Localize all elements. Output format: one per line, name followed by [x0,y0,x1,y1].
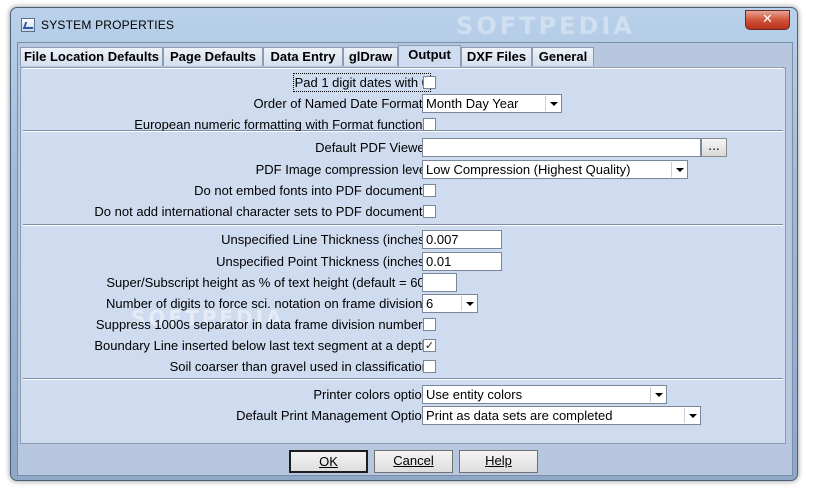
sci-notation-digits-row: Number of digits to force sci. notation … [23,294,783,314]
boundary-line-checkbox[interactable]: ✓ [423,339,436,352]
no-embed-fonts-label: Do not embed fonts into PDF documents [194,183,429,198]
ok-button[interactable]: OK [289,450,368,473]
no-intl-charsets-label: Do not add international character sets … [94,204,429,219]
point-thickness-row: Unspecified Point Thickness (inches) 0.0… [23,252,783,272]
european-format-checkbox[interactable] [423,118,436,131]
printer-colors-row: Printer colors option Use entity colors [23,385,783,405]
pdf-viewer-input[interactable] [422,138,701,157]
system-properties-window: SYSTEM PROPERTIES SOFTPEDIA ✕ File Locat… [10,7,798,481]
button-bar: OK Cancel Help [18,447,792,475]
soil-coarser-row: Soil coarser than gravel used in classif… [23,357,783,377]
suppress-separator-label: Suppress 1000s separator in data frame d… [95,317,429,332]
superscript-height-label: Super/Subscript height as % of text heig… [106,275,429,290]
chevron-down-icon[interactable] [684,408,699,423]
soil-coarser-checkbox[interactable] [423,360,436,373]
printing-section: Printer colors option Use entity colors … [23,379,783,442]
date-order-label: Order of Named Date Formats [253,96,429,111]
point-thickness-input[interactable]: 0.01 [422,252,502,271]
pdf-viewer-label: Default PDF Viewer [315,140,429,155]
tab-file-location-defaults[interactable]: File Location Defaults [20,47,163,66]
print-management-value: Print as data sets are completed [426,408,613,423]
tab-data-entry[interactable]: Data Entry [263,47,343,66]
no-intl-charsets-row: Do not add international character sets … [23,202,783,222]
no-intl-charsets-checkbox[interactable] [423,205,436,218]
cancel-button[interactable]: Cancel [374,450,453,473]
pdf-section: Default PDF Viewer ... PDF Image compres… [23,131,783,225]
chevron-down-icon[interactable] [650,387,665,402]
print-management-select[interactable]: Print as data sets are completed [422,406,701,425]
soil-coarser-label: Soil coarser than gravel used in classif… [169,359,429,374]
app-icon [21,18,35,32]
pad-dates-row: Pad 1 digit dates with 0 [23,73,783,93]
chevron-down-icon[interactable] [545,96,560,111]
suppress-separator-checkbox[interactable] [423,318,436,331]
softpedia-watermark: SOFTPEDIA [456,12,635,40]
superscript-height-row: Super/Subscript height as % of text heig… [23,273,783,293]
sci-notation-digits-select[interactable]: 6 [422,294,478,313]
pdf-viewer-row: Default PDF Viewer ... [23,138,783,158]
line-thickness-label: Unspecified Line Thickness (inches) [221,232,429,247]
date-order-select[interactable]: Month Day Year [422,94,562,113]
tab-dxf-files[interactable]: DXF Files [461,47,532,66]
date-order-row: Order of Named Date Formats Month Day Ye… [23,94,783,114]
print-management-row: Default Print Management Option Print as… [23,406,783,426]
pdf-compression-select[interactable]: Low Compression (Highest Quality) [422,160,688,179]
help-button[interactable]: Help [459,450,538,473]
pdf-compression-row: PDF Image compression level Low Compress… [23,160,783,180]
print-management-label: Default Print Management Option [236,408,429,423]
date-format-section: Pad 1 digit dates with 0 Order of Named … [23,68,783,132]
suppress-separator-row: Suppress 1000s separator in data frame d… [23,315,783,335]
no-embed-fonts-row: Do not embed fonts into PDF documents [23,181,783,201]
chevron-down-icon[interactable] [671,162,686,177]
tab-general[interactable]: General [532,47,594,66]
line-thickness-input[interactable]: 0.007 [422,230,502,249]
printer-colors-label: Printer colors option [313,387,429,402]
european-format-label: European numeric formatting with Format … [134,117,429,132]
close-icon: ✕ [762,12,773,27]
sci-notation-digits-label: Number of digits to force sci. notation … [106,296,429,311]
close-button[interactable]: ✕ [745,10,790,30]
sci-notation-digits-value: 6 [426,296,434,311]
boundary-line-row: Boundary Line inserted below last text s… [23,336,783,356]
tab-gldraw[interactable]: glDraw [343,47,398,66]
pdf-compression-value: Low Compression (Highest Quality) [426,162,631,177]
window-title: SYSTEM PROPERTIES [41,18,175,32]
line-settings-section: Unspecified Line Thickness (inches) 0.00… [23,225,783,379]
tab-output[interactable]: Output [398,45,461,67]
point-thickness-label: Unspecified Point Thickness (inches) [216,254,429,269]
pdf-compression-label: PDF Image compression level [255,162,429,177]
pad-dates-checkbox[interactable] [423,76,436,89]
printer-colors-value: Use entity colors [426,387,523,402]
pad-dates-label: Pad 1 digit dates with 0 [292,73,432,92]
browse-button[interactable]: ... [701,138,727,157]
tab-page-defaults[interactable]: Page Defaults [163,47,263,66]
output-tab-panel: Pad 1 digit dates with 0 Order of Named … [20,67,786,444]
superscript-height-input[interactable] [422,273,457,292]
line-thickness-row: Unspecified Line Thickness (inches) 0.00… [23,230,783,250]
printer-colors-select[interactable]: Use entity colors [422,385,667,404]
title-bar[interactable]: SYSTEM PROPERTIES SOFTPEDIA ✕ [11,8,797,40]
chevron-down-icon[interactable] [461,296,476,311]
dialog-client-area: File Location Defaults Page Defaults Dat… [17,42,793,476]
date-order-value: Month Day Year [426,96,519,111]
no-embed-fonts-checkbox[interactable] [423,184,436,197]
boundary-line-label: Boundary Line inserted below last text s… [94,338,429,353]
